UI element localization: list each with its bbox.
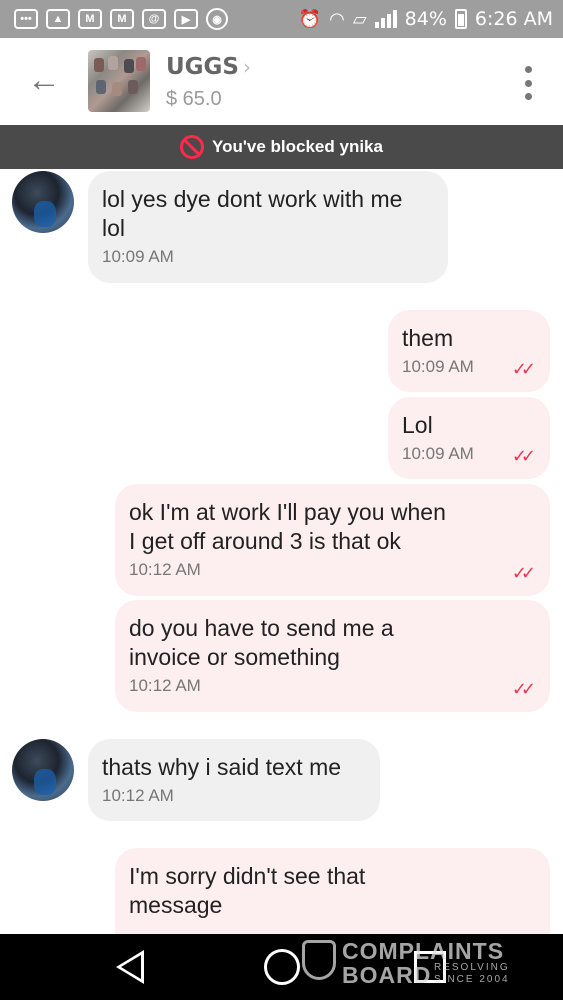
message-time: 10:12 AM <box>129 560 201 579</box>
wifi-icon: ◠ <box>329 8 345 30</box>
image-notification-icon: ▲ <box>46 9 70 29</box>
outgoing-message[interactable]: do you have to send me a invoice or some… <box>115 600 550 712</box>
notification-icons: ••• ▲ M M @ ▶ ◉ <box>14 8 228 30</box>
message-text: thats why i said text me <box>102 754 342 780</box>
contact-avatar[interactable] <box>12 171 74 233</box>
listing-thumbnail[interactable] <box>88 50 150 112</box>
listing-title[interactable]: UGGS › <box>166 54 251 80</box>
outgoing-message[interactable]: ok I'm at work I'll pay you when I get o… <box>115 484 550 596</box>
message-list[interactable]: lol yes dye dont work with me lol 10:09 … <box>0 169 563 934</box>
alarm-icon: ⏰ <box>298 8 322 30</box>
shield-logo-icon <box>302 940 336 980</box>
battery-percent: 84% <box>404 8 447 30</box>
complaintsboard-watermark: COMPLAINTS BOARD RESOLVING SINCE 2004 <box>302 938 522 994</box>
incoming-message[interactable]: thats why i said text me 10:12 AM <box>88 739 380 821</box>
blocked-banner-text: You've blocked ynika <box>212 137 383 156</box>
watermark-line1: COMPLAINTS <box>342 938 505 964</box>
watermark-line2: BOARD <box>342 962 432 988</box>
email-at-icon: @ <box>142 9 166 29</box>
chrome-icon: ◉ <box>206 8 228 30</box>
watermark-tagline: RESOLVING SINCE 2004 <box>434 962 510 985</box>
message-time: 10:12 AM <box>102 786 174 805</box>
back-arrow-icon[interactable]: ← <box>26 62 62 98</box>
incoming-message[interactable]: lol yes dye dont work with me lol 10:09 … <box>88 171 448 283</box>
read-receipt-icon: ✓✓ <box>511 446 536 467</box>
more-options-icon[interactable] <box>518 66 538 100</box>
message-text: I'm sorry didn't see that message <box>129 863 366 918</box>
battery-icon <box>454 9 467 29</box>
conversation-header: ← UGGS › $ 65.0 <box>0 38 563 125</box>
clock: 6:26 AM <box>474 8 553 30</box>
nav-back-icon[interactable] <box>116 950 144 984</box>
message-time: 10:12 AM <box>129 676 201 695</box>
no-sim-icon: ▱ <box>352 8 367 30</box>
system-icons: ⏰ ◠ ▱ 84% 6:26 AM <box>299 8 553 30</box>
youtube-icon: ▶ <box>174 9 198 29</box>
status-bar: ••• ▲ M M @ ▶ ◉ ⏰ ◠ ▱ 84% 6:26 AM <box>0 0 563 38</box>
listing-price: $ 65.0 <box>166 88 222 110</box>
message-text: them <box>402 325 454 351</box>
message-time: 10:09 AM <box>102 247 174 266</box>
outgoing-message[interactable]: I'm sorry didn't see that message <box>115 848 550 934</box>
block-icon <box>180 135 205 159</box>
contact-avatar[interactable] <box>12 739 74 801</box>
nav-home-icon[interactable] <box>264 949 300 985</box>
gmail-icon: M <box>78 9 102 29</box>
read-receipt-icon: ✓✓ <box>511 679 536 700</box>
signal-icon <box>374 10 397 28</box>
read-receipt-icon: ✓✓ <box>511 563 536 584</box>
outgoing-message[interactable]: Lol 10:09 AM ✓✓ <box>388 397 550 479</box>
message-text: lol yes dye dont work with me lol <box>102 186 403 241</box>
chat-notification-icon: ••• <box>14 9 38 29</box>
message-text: ok I'm at work I'll pay you when I get o… <box>129 499 446 554</box>
message-text: Lol <box>402 412 433 438</box>
gmail-icon-2: M <box>110 9 134 29</box>
outgoing-message[interactable]: them 10:09 AM ✓✓ <box>388 310 550 392</box>
message-text: do you have to send me a invoice or some… <box>129 615 394 670</box>
chevron-right-icon: › <box>243 55 251 79</box>
read-receipt-icon: ✓✓ <box>511 359 536 380</box>
blocked-banner: You've blocked ynika <box>0 125 563 169</box>
